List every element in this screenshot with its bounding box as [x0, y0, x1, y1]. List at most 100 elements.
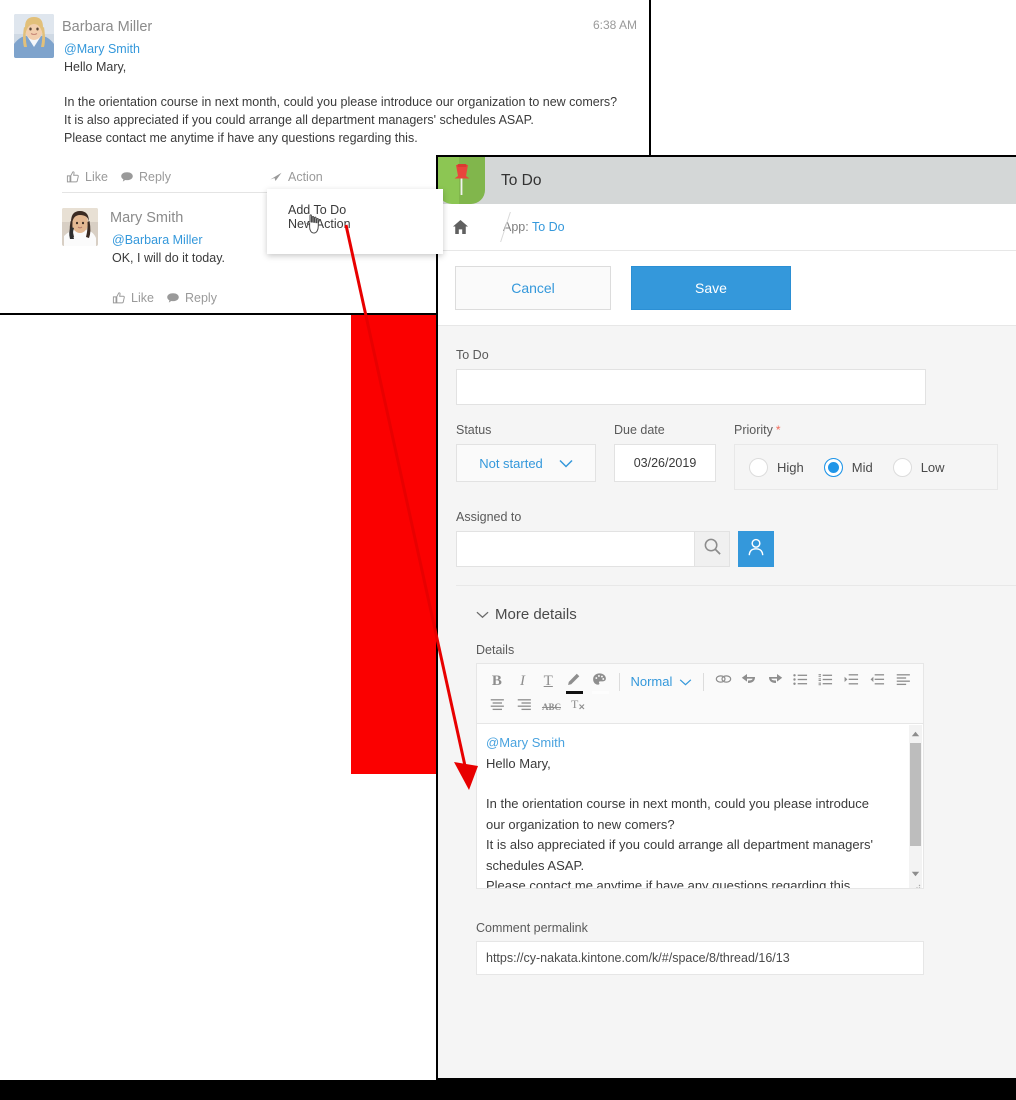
avatar-mary-smith	[62, 208, 98, 246]
select-user-button[interactable]	[738, 531, 774, 567]
scrollbar-thumb[interactable]	[910, 743, 921, 846]
todo-title-input[interactable]	[456, 369, 926, 405]
post-mention[interactable]: @Barbara Miller	[112, 233, 203, 247]
comment-permalink-input[interactable]: https://cy-nakata.kintone.com/k/#/space/…	[476, 941, 924, 975]
outdent-button[interactable]	[866, 670, 890, 694]
breadcrumb-app-link[interactable]: To Do	[532, 220, 565, 234]
avatar-barbara-miller	[14, 14, 54, 58]
toolbar-separator	[703, 672, 705, 691]
like-label: Like	[131, 291, 154, 305]
radio-high[interactable]	[749, 457, 768, 477]
reply-label: Reply	[139, 170, 171, 184]
scroll-up-icon[interactable]	[909, 726, 922, 742]
post-body-line: In the orientation course in next month,…	[64, 95, 618, 109]
reply-button[interactable]: Reply	[166, 291, 217, 305]
red-redaction-block	[351, 315, 436, 774]
action-button[interactable]: Action	[269, 170, 323, 184]
thumbs-up-icon	[66, 170, 80, 184]
priority-radio-group: High Mid Low	[734, 444, 998, 490]
comment-bubble-icon	[166, 291, 180, 305]
undo-icon	[741, 672, 757, 691]
details-editor-body[interactable]: @Mary Smith Hello Mary, In the orientati…	[476, 724, 924, 889]
menu-item-add-to-do[interactable]: Add To Do	[288, 203, 346, 217]
assigned-to-input[interactable]	[456, 531, 694, 567]
post-body-line: Hello Mary,	[64, 60, 127, 74]
format-select[interactable]: Normal	[626, 674, 696, 689]
underline-button[interactable]: T	[536, 670, 560, 694]
link-icon	[715, 672, 732, 691]
person-icon	[746, 537, 766, 562]
redo-button[interactable]	[763, 670, 787, 694]
priority-option-low[interactable]: Low	[892, 457, 945, 477]
outdent-icon	[870, 673, 885, 691]
chevron-down-icon	[559, 456, 573, 471]
undo-button[interactable]	[737, 670, 761, 694]
priority-label-text: Priority	[734, 423, 773, 437]
todo-field-label: To Do	[456, 348, 489, 362]
cancel-button[interactable]: Cancel	[455, 266, 611, 310]
bullet-list-button[interactable]	[788, 670, 812, 694]
clear-format-button[interactable]: T	[566, 695, 591, 719]
resize-grip-icon[interactable]	[913, 879, 921, 888]
due-date-field: Due date 03/26/2019	[614, 423, 716, 490]
toolbar-separator	[618, 672, 620, 691]
post-author-name: Mary Smith	[110, 210, 184, 226]
action-dropdown-menu[interactable]: Add To Do New Action	[267, 189, 443, 254]
breadcrumb-separator	[473, 204, 491, 251]
post-mention[interactable]: @Mary Smith	[64, 42, 140, 56]
priority-option-high[interactable]: High	[749, 457, 804, 477]
numbered-list-button[interactable]	[814, 670, 838, 694]
assigned-to-label: Assigned to	[456, 510, 522, 524]
arrow-send-icon	[269, 170, 283, 184]
form-action-bar: Cancel Save	[438, 251, 1016, 326]
home-icon[interactable]	[452, 219, 469, 235]
search-icon	[703, 537, 722, 561]
post-body-line: OK, I will do it today.	[112, 251, 226, 265]
save-button[interactable]: Save	[631, 266, 791, 310]
comment-bubble-icon	[120, 170, 134, 184]
radio-low[interactable]	[892, 457, 912, 477]
insert-link-button[interactable]	[711, 670, 735, 694]
strikethrough-button[interactable]: ABC	[539, 695, 564, 719]
due-date-input[interactable]: 03/26/2019	[614, 444, 716, 482]
more-details-label: More details	[495, 606, 577, 623]
pushpin-icon	[438, 157, 485, 204]
indent-icon	[844, 673, 859, 691]
radio-mid[interactable]	[823, 457, 843, 477]
todo-title-bar: To Do	[438, 157, 1016, 204]
editor-blank-line	[486, 774, 901, 794]
italic-button[interactable]: I	[511, 670, 535, 694]
background-color-button[interactable]	[588, 670, 612, 694]
format-select-value: Normal	[630, 674, 673, 689]
priority-field: Priority * High Mid Low	[734, 423, 998, 490]
editor-line: @Mary Smith	[486, 735, 565, 750]
priority-label: Priority *	[734, 423, 998, 437]
chevron-down-icon	[476, 606, 489, 623]
radio-mid-label: Mid	[851, 459, 873, 475]
align-left-icon	[896, 673, 911, 691]
priority-option-mid[interactable]: Mid	[823, 457, 873, 477]
like-button[interactable]: Like	[112, 291, 154, 305]
status-label: Status	[456, 423, 492, 437]
breadcrumb: App: To Do	[438, 204, 1016, 251]
align-right-button[interactable]	[512, 695, 537, 719]
menu-item-new-action[interactable]: New Action	[288, 217, 351, 231]
chevron-down-icon	[679, 674, 692, 689]
details-field-label: Details	[476, 643, 515, 657]
status-select[interactable]: Not started	[456, 444, 596, 482]
reply-label: Reply	[185, 291, 217, 305]
more-details-toggle[interactable]: More details	[476, 606, 1016, 623]
editor-line: Please contact me anytime if have any qu…	[486, 878, 854, 889]
like-label: Like	[85, 170, 108, 184]
editor-scrollbar[interactable]	[909, 725, 922, 888]
search-button[interactable]	[694, 531, 730, 567]
like-button[interactable]: Like	[66, 170, 108, 184]
reply-button[interactable]: Reply	[120, 170, 171, 184]
text-color-button[interactable]	[562, 670, 586, 694]
indent-button[interactable]	[840, 670, 864, 694]
align-center-icon	[490, 698, 505, 716]
rich-text-toolbar: B I T Normal ABC T	[476, 663, 924, 724]
bold-button[interactable]: B	[485, 670, 509, 694]
align-center-button[interactable]	[485, 695, 510, 719]
align-left-button[interactable]	[891, 670, 915, 694]
